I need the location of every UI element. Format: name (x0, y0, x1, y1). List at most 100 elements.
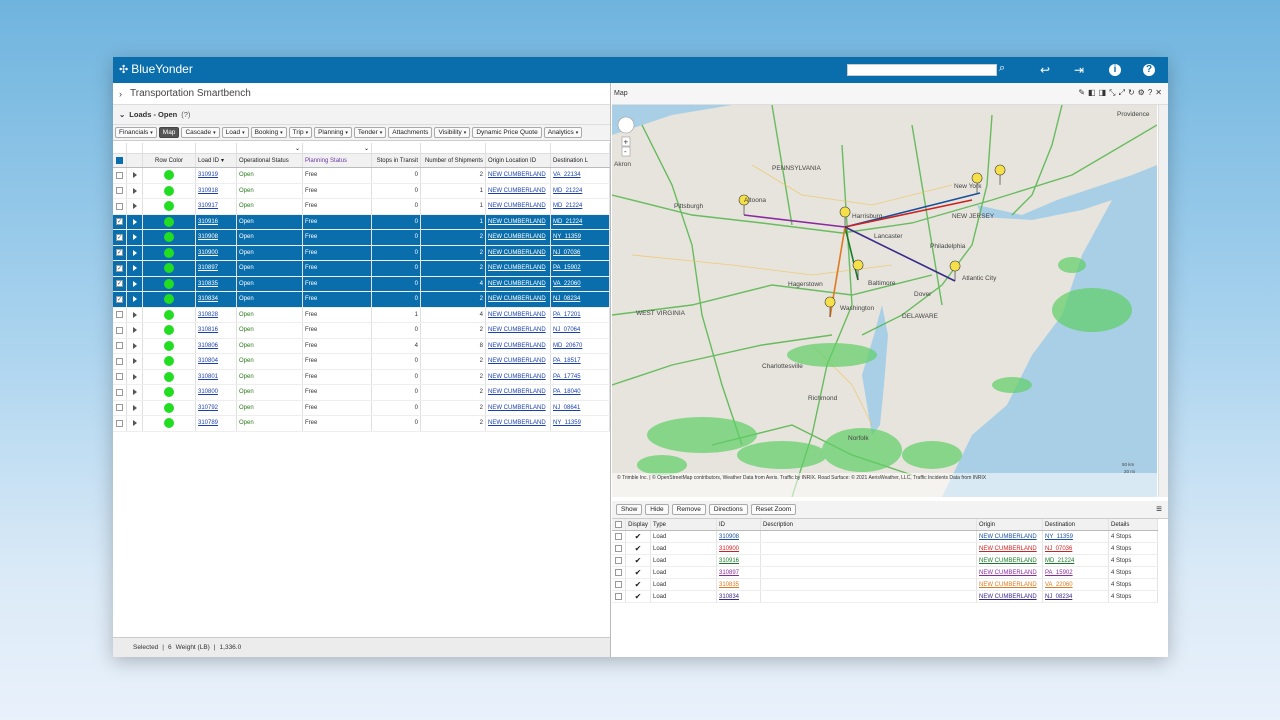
origin-link[interactable]: NEW CUMBERLAND (488, 358, 546, 364)
map-origin-link[interactable]: NEW CUMBERLAND (979, 570, 1037, 576)
table-row[interactable]: 310918OpenFree01NEW CUMBERLANDMD_21224 (113, 184, 610, 200)
table-row[interactable]: 310800OpenFree02NEW CUMBERLANDPA_18040 (113, 385, 610, 401)
destination-link[interactable]: MD_21224 (553, 203, 582, 209)
logout-icon[interactable]: ⇥ (1071, 62, 1087, 78)
filter-planning-status[interactable]: ⌄ (303, 143, 372, 153)
table-row[interactable]: 310804OpenFree02NEW CUMBERLANDPA_18517 (113, 354, 610, 370)
map-destination-link[interactable]: PA_15902 (1045, 570, 1073, 576)
toolbar-trip-button[interactable]: Trip▾ (289, 127, 312, 138)
row-checkbox[interactable] (116, 327, 123, 334)
map-origin-link[interactable]: NEW CUMBERLAND (979, 534, 1037, 540)
destination-link[interactable]: NJ_07064 (553, 327, 580, 333)
map-scrollbar[interactable] (1158, 105, 1168, 497)
table-row[interactable]: ✓310908OpenFree02NEW CUMBERLANDNY_11359 (113, 230, 610, 246)
toolbar-cascade-button[interactable]: Cascade▾ (181, 127, 219, 138)
map-destination-link[interactable]: NJ_07036 (1045, 546, 1072, 552)
toolbar-visibility-button[interactable]: Visibility▾ (434, 127, 470, 138)
map-load-id-link[interactable]: 310900 (719, 546, 739, 552)
load-id-link[interactable]: 310800 (198, 389, 218, 395)
destination-link[interactable]: MD_21224 (553, 219, 582, 225)
row-checkbox[interactable]: ✓ (116, 218, 123, 225)
toolbar-financials-button[interactable]: Financials▾ (115, 127, 157, 138)
map-load-row[interactable]: ✔Load310834NEW CUMBERLANDNJ_082344 Stops (612, 591, 1158, 603)
map-destination-link[interactable]: MD_21224 (1045, 558, 1074, 564)
toolbar-load-button[interactable]: Load▾ (222, 127, 249, 138)
origin-link[interactable]: NEW CUMBERLAND (488, 405, 546, 411)
map-origin-link[interactable]: NEW CUMBERLAND (979, 558, 1037, 564)
close-icon[interactable]: ✕ (1155, 88, 1162, 98)
row-checkbox[interactable]: ✓ (116, 249, 123, 256)
toolbar-analytics-button[interactable]: Analytics▾ (544, 127, 583, 138)
chevron-right-icon[interactable]: › (119, 89, 122, 99)
row-checkbox[interactable] (116, 172, 123, 179)
col-origin[interactable]: Origin (977, 519, 1043, 530)
origin-link[interactable]: NEW CUMBERLAND (488, 374, 546, 380)
load-id-link[interactable]: 310900 (198, 250, 218, 256)
col-stops-in-transit[interactable]: Stops in Transit (372, 154, 421, 167)
map-origin-link[interactable]: NEW CUMBERLAND (979, 546, 1037, 552)
map-load-id-link[interactable]: 310908 (719, 534, 739, 540)
row-checkbox[interactable] (615, 581, 622, 588)
filter-operational-status[interactable]: ⌄ (237, 143, 303, 153)
map-destination-link[interactable]: NJ_08234 (1045, 594, 1072, 600)
destination-link[interactable]: VA_22060 (553, 281, 581, 287)
table-row[interactable]: 310806OpenFree48NEW CUMBERLANDMD_20670 (113, 339, 610, 355)
expand-row-icon[interactable] (133, 327, 137, 333)
toolbar-map-button[interactable]: Map (159, 127, 180, 138)
table-row[interactable]: 310917OpenFree01NEW CUMBERLANDMD_21224 (113, 199, 610, 215)
toolbar-planning-button[interactable]: Planning▾ (314, 127, 352, 138)
load-id-link[interactable]: 310917 (198, 203, 218, 209)
load-id-link[interactable]: 310919 (198, 172, 218, 178)
col-details[interactable]: Details (1109, 519, 1158, 530)
hide-button[interactable]: Hide (645, 504, 668, 515)
map-load-row[interactable]: ✔Load310835NEW CUMBERLANDVA_220604 Stops (612, 579, 1158, 591)
origin-link[interactable]: NEW CUMBERLAND (488, 389, 546, 395)
load-id-link[interactable]: 310916 (198, 219, 218, 225)
table-row[interactable]: 310816OpenFree02NEW CUMBERLANDNJ_07064 (113, 323, 610, 339)
row-checkbox[interactable] (116, 373, 123, 380)
table-row[interactable]: ✓310900OpenFree02NEW CUMBERLANDNJ_07036 (113, 246, 610, 262)
destination-link[interactable]: MD_21224 (553, 188, 582, 194)
map-load-row[interactable]: ✔Load310916NEW CUMBERLANDMD_212244 Stops (612, 555, 1158, 567)
expand-row-icon[interactable] (133, 389, 137, 395)
toolbar-booking-button[interactable]: Booking▾ (251, 127, 287, 138)
load-id-link[interactable]: 310908 (198, 234, 218, 240)
expand-row-icon[interactable] (133, 343, 137, 349)
expand-row-icon[interactable] (133, 296, 137, 302)
destination-link[interactable]: NJ_07036 (553, 250, 580, 256)
load-id-link[interactable]: 310804 (198, 358, 218, 364)
display-check-icon[interactable]: ✔ (635, 568, 642, 577)
map-origin-link[interactable]: NEW CUMBERLAND (979, 594, 1037, 600)
gear-icon[interactable]: ⚙ (1138, 88, 1145, 98)
reset-zoom-button[interactable]: Reset Zoom (751, 504, 796, 515)
row-checkbox[interactable] (116, 187, 123, 194)
col-destination[interactable]: Destination (1043, 519, 1109, 530)
map-destination-link[interactable]: NY_11359 (1045, 534, 1073, 540)
col-display[interactable]: Display (626, 519, 651, 530)
origin-link[interactable]: NEW CUMBERLAND (488, 312, 546, 318)
col-planning-status[interactable]: Planning Status (303, 154, 372, 167)
table-row[interactable]: 310919OpenFree02NEW CUMBERLANDVA_22134 (113, 168, 610, 184)
display-check-icon[interactable]: ✔ (635, 556, 642, 565)
expand-row-icon[interactable] (133, 358, 137, 364)
expand-icon[interactable]: ⤢ (1119, 88, 1125, 98)
route-map[interactable]: + - Pittsburgh New York Philadelphia Atl… (612, 105, 1157, 497)
row-checkbox[interactable] (615, 569, 622, 576)
origin-link[interactable]: NEW CUMBERLAND (488, 265, 546, 271)
col-type[interactable]: Type (651, 519, 717, 530)
origin-link[interactable]: NEW CUMBERLAND (488, 219, 546, 225)
select-all-checkbox[interactable] (615, 521, 622, 528)
load-id-link[interactable]: 310792 (198, 405, 218, 411)
col-row-color[interactable]: Row Color (143, 154, 196, 167)
table-row[interactable]: 310801OpenFree02NEW CUMBERLANDPA_17745 (113, 370, 610, 386)
next-icon[interactable]: ◨ (1099, 88, 1107, 98)
refresh-icon[interactable]: ↻ (1128, 88, 1135, 98)
load-id-link[interactable]: 310897 (198, 265, 218, 271)
remove-button[interactable]: Remove (672, 504, 706, 515)
map-load-id-link[interactable]: 310897 (719, 570, 739, 576)
toolbar-attachments-button[interactable]: Attachments (388, 127, 432, 138)
col-load-id[interactable]: Load ID▾ (196, 154, 237, 167)
display-check-icon[interactable]: ✔ (635, 580, 642, 589)
row-checkbox[interactable] (615, 545, 622, 552)
destination-link[interactable]: PA_17201 (553, 312, 581, 318)
